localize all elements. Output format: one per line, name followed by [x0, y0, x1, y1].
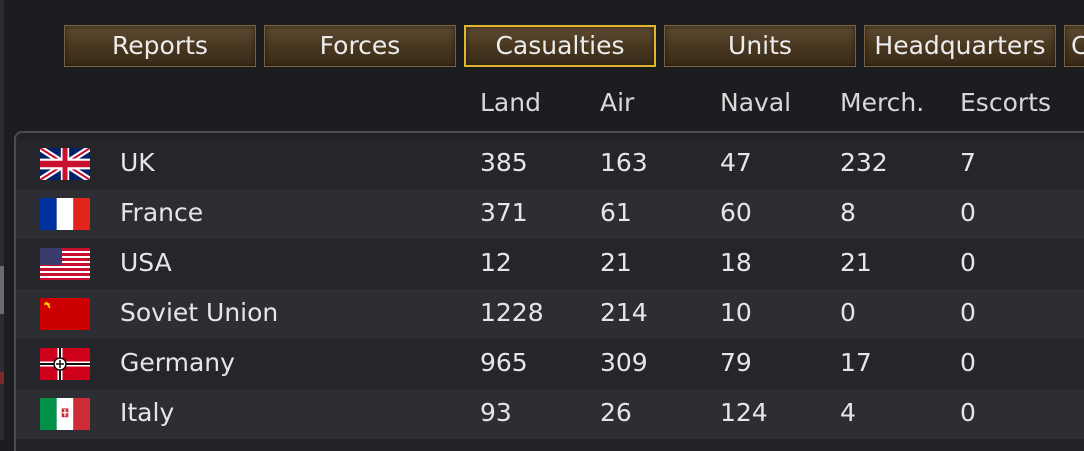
tab-casualties[interactable]: Casualties [464, 25, 656, 67]
naval-value: 60 [720, 198, 752, 227]
germany-flag-icon [40, 348, 90, 380]
column-header-row: Land Air Naval Merch. Escorts [0, 82, 1084, 130]
air-value: 26 [600, 398, 632, 427]
naval-value: 18 [720, 248, 752, 277]
escorts-value: 0 [960, 298, 976, 327]
france-flag-icon [40, 198, 90, 230]
land-value: 371 [480, 198, 528, 227]
naval-value: 47 [720, 148, 752, 177]
edge-marker [0, 372, 4, 384]
table-row[interactable]: Germany 965 309 79 17 0 [16, 339, 1084, 389]
merch-value: 4 [840, 398, 856, 427]
land-value: 12 [480, 248, 512, 277]
country-name: USA [120, 248, 172, 277]
uk-flag-icon [40, 148, 90, 180]
soviet-flag-icon [40, 298, 90, 330]
air-value: 21 [600, 248, 632, 277]
column-header-air[interactable]: Air [600, 88, 634, 117]
escorts-value: 0 [960, 198, 976, 227]
country-name: France [120, 198, 204, 227]
naval-value: 124 [720, 398, 768, 427]
column-header-escorts[interactable]: Escorts [960, 88, 1051, 117]
tab-bar: Reports Forces Casualties Units Headquar… [0, 0, 1084, 80]
country-name: Germany [120, 348, 235, 377]
land-value: 93 [480, 398, 512, 427]
air-value: 309 [600, 348, 648, 377]
edge-marker [0, 266, 4, 314]
tab-headquarters[interactable]: Headquarters [864, 25, 1056, 67]
air-value: 214 [600, 298, 648, 327]
italy-flag-icon [40, 398, 90, 430]
naval-value: 10 [720, 298, 752, 327]
tab-forces[interactable]: Forces [264, 25, 456, 67]
air-value: 61 [600, 198, 632, 227]
table-row[interactable]: Italy 93 26 124 4 0 [16, 389, 1084, 439]
column-header-land[interactable]: Land [480, 88, 541, 117]
air-value: 163 [600, 148, 648, 177]
escorts-value: 0 [960, 248, 976, 277]
land-value: 385 [480, 148, 528, 177]
land-value: 1228 [480, 298, 544, 327]
tab-reports[interactable]: Reports [64, 25, 256, 67]
tab-overflow[interactable]: C [1064, 25, 1084, 67]
column-header-merch[interactable]: Merch. [840, 88, 924, 117]
usa-flag-icon [40, 248, 90, 280]
merch-value: 8 [840, 198, 856, 227]
merch-value: 21 [840, 248, 872, 277]
escorts-value: 0 [960, 398, 976, 427]
naval-value: 79 [720, 348, 752, 377]
escorts-value: 0 [960, 348, 976, 377]
country-name: Soviet Union [120, 298, 279, 327]
table-row[interactable]: France 371 61 60 8 0 [16, 189, 1084, 239]
merch-value: 17 [840, 348, 872, 377]
merch-value: 0 [840, 298, 856, 327]
tab-units[interactable]: Units [664, 25, 856, 67]
column-header-naval[interactable]: Naval [720, 88, 791, 117]
country-name: Italy [120, 398, 175, 427]
merch-value: 232 [840, 148, 888, 177]
table-row[interactable]: Soviet Union 1228 214 10 0 0 [16, 289, 1084, 339]
table-row[interactable]: USA 12 21 18 21 0 [16, 239, 1084, 289]
table-row[interactable]: UK 385 163 47 232 7 [16, 139, 1084, 189]
land-value: 965 [480, 348, 528, 377]
country-name: UK [120, 148, 155, 177]
escorts-value: 7 [960, 148, 976, 177]
